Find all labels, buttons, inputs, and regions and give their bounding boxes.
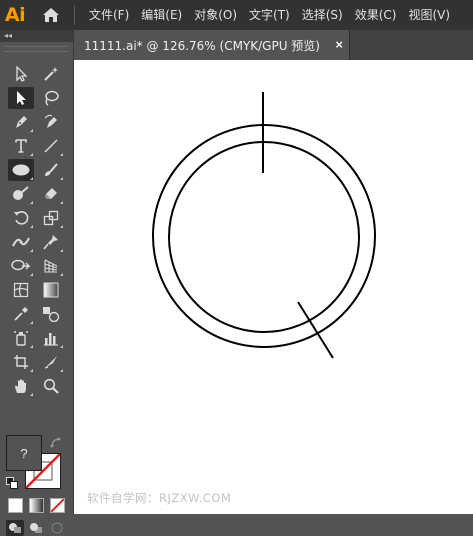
default-fill-stroke-icon[interactable] [6, 476, 18, 494]
ellipse-tool[interactable] [8, 159, 34, 181]
scale-tool-icon [43, 210, 59, 226]
eyedropper-icon [14, 307, 28, 321]
draw-normal-icon [9, 523, 21, 533]
none-icon [51, 499, 64, 512]
slice-tool-icon [44, 356, 57, 369]
width-tool-icon [12, 237, 30, 247]
gradient-mode-button[interactable] [29, 498, 44, 513]
lasso-icon [45, 90, 59, 106]
type-tool[interactable] [8, 135, 34, 157]
symbol-sprayer-icon [14, 331, 28, 346]
shape-builder-icon [11, 259, 31, 271]
mesh-tool-icon [13, 282, 29, 298]
rotate-tool-icon [14, 211, 29, 225]
menu-bar: Ai 文件(F) 编辑(E) 对象(O) 文字(T) 选择(S) 效果(C) 视… [0, 0, 473, 30]
blob-brush-tool[interactable] [8, 183, 34, 205]
home-button[interactable] [34, 0, 68, 30]
app-logo: Ai [4, 4, 26, 26]
shape-builder-tool[interactable] [8, 255, 34, 277]
column-graph-icon [44, 333, 58, 346]
color-mode-button[interactable] [8, 498, 23, 513]
direct-selection-tool[interactable] [8, 87, 34, 109]
watermark-text: 软件自学网：RJZXW.COM [87, 491, 232, 505]
line-tool-icon [44, 139, 58, 153]
pen-tool-icon [16, 116, 27, 128]
menu-object[interactable]: 对象(O) [188, 0, 243, 30]
menu-separator [74, 5, 75, 25]
draw-inside-icon [51, 522, 63, 534]
symbol-sprayer-tool[interactable] [8, 327, 34, 349]
magic-wand-icon [44, 67, 58, 81]
paintbrush-icon [45, 163, 58, 176]
mesh-tool[interactable] [8, 279, 34, 301]
paintbrush-tool[interactable] [38, 159, 64, 181]
scale-tool[interactable] [38, 207, 64, 229]
tools-panel: ◂◂ ? [0, 30, 74, 536]
menu-select[interactable]: 选择(S) [296, 0, 349, 30]
hand-tool[interactable] [8, 375, 34, 397]
perspective-grid-tool[interactable] [38, 255, 64, 277]
diagonal-line-path[interactable] [297, 301, 334, 359]
zoom-tool[interactable] [38, 375, 64, 397]
menu-view[interactable]: 视图(V) [402, 0, 456, 30]
close-tab-icon[interactable]: × [335, 37, 343, 52]
menu-file[interactable]: 文件(F) [83, 0, 135, 30]
lasso-tool[interactable] [38, 87, 64, 109]
document-tab[interactable]: 11111.ai* @ 126.76% (CMYK/GPU 预览) × [74, 30, 350, 60]
slice-tool[interactable] [38, 351, 64, 373]
artboard-canvas[interactable]: 软件自学网：RJZXW.COM [74, 60, 473, 514]
hand-tool-icon [15, 379, 26, 393]
magic-wand-tool[interactable] [38, 63, 64, 85]
curvature-tool-icon [44, 114, 57, 128]
home-icon [43, 8, 59, 22]
selection-tool-icon [16, 66, 28, 82]
gradient-tool[interactable] [38, 279, 64, 301]
puppet-warp-icon [43, 235, 58, 250]
eyedropper-tool[interactable] [8, 303, 34, 325]
menu-type[interactable]: 文字(T) [243, 0, 296, 30]
menu-edit[interactable]: 编辑(E) [135, 0, 188, 30]
line-tool[interactable] [38, 135, 64, 157]
draw-behind-button[interactable] [27, 520, 45, 536]
artwork [152, 92, 376, 359]
draw-inside-button[interactable] [48, 520, 66, 536]
fill-swatch[interactable]: ? [6, 435, 42, 471]
zoom-tool-icon [43, 378, 59, 394]
puppet-warp-tool[interactable] [38, 231, 64, 253]
draw-normal-button[interactable] [6, 520, 24, 536]
blob-brush-icon [13, 186, 29, 200]
gradient-tool-icon [43, 282, 59, 298]
collapse-panel-button[interactable]: ◂◂ [0, 30, 73, 42]
artboard-tool[interactable] [8, 351, 34, 373]
type-tool-icon [15, 139, 27, 153]
panel-grip[interactable] [4, 46, 68, 52]
width-tool[interactable] [8, 231, 34, 253]
ellipse-tool-icon [12, 164, 30, 176]
selection-tool[interactable] [8, 63, 34, 85]
eraser-tool[interactable] [38, 183, 64, 205]
menu-effect[interactable]: 效果(C) [349, 0, 403, 30]
rotate-tool[interactable] [8, 207, 34, 229]
perspective-grid-icon [44, 259, 58, 273]
artboard-tool-icon [14, 355, 28, 369]
blend-tool[interactable] [38, 303, 64, 325]
blend-tool-icon [43, 307, 60, 322]
document-tab-bar: 11111.ai* @ 126.76% (CMYK/GPU 预览) × [74, 30, 473, 60]
curvature-tool[interactable] [38, 111, 64, 133]
pen-tool[interactable] [8, 111, 34, 133]
column-graph-tool[interactable] [38, 327, 64, 349]
none-mode-button[interactable] [50, 498, 65, 513]
direct-selection-icon [17, 91, 26, 105]
eraser-icon [44, 188, 57, 199]
document-tab-label: 11111.ai* @ 126.76% (CMYK/GPU 预览) [84, 38, 320, 53]
draw-behind-icon [30, 523, 42, 533]
